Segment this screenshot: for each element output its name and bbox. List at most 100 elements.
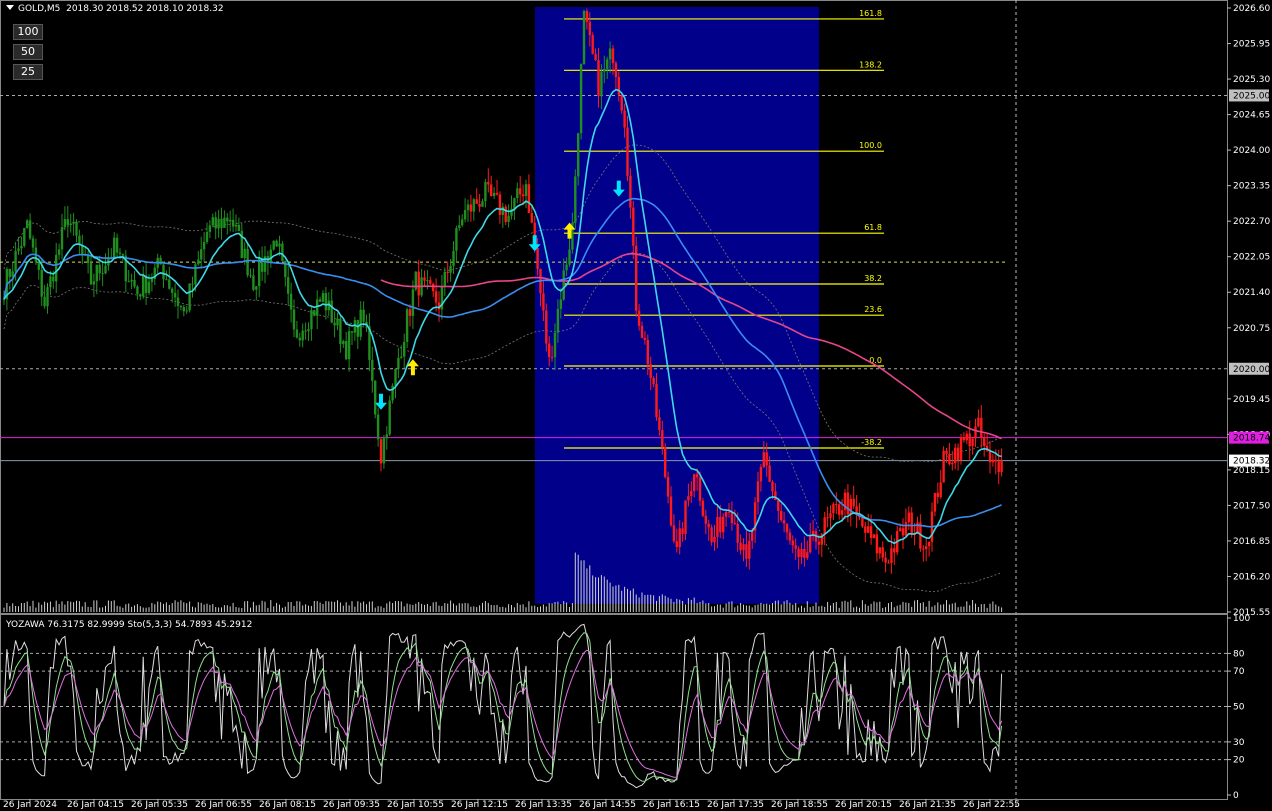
candle[interactable]	[759, 467, 763, 482]
dropdown-triangle-icon[interactable]	[6, 5, 14, 10]
candle[interactable]	[333, 322, 336, 326]
candle[interactable]	[252, 275, 255, 290]
candle[interactable]	[136, 286, 139, 295]
candle[interactable]	[614, 63, 618, 78]
candle[interactable]	[289, 293, 293, 310]
candle[interactable]	[191, 283, 194, 285]
candle[interactable]	[321, 293, 325, 302]
candle[interactable]	[742, 544, 745, 551]
candle[interactable]	[188, 283, 191, 311]
candle[interactable]	[922, 548, 925, 550]
candle[interactable]	[519, 188, 522, 195]
candle[interactable]	[968, 433, 971, 447]
candle[interactable]	[304, 330, 307, 332]
candle[interactable]	[600, 71, 603, 97]
candle[interactable]	[234, 224, 238, 227]
candle[interactable]	[910, 512, 913, 535]
candle[interactable]	[878, 547, 881, 554]
candle[interactable]	[258, 258, 261, 287]
candle[interactable]	[881, 547, 884, 558]
candle[interactable]	[147, 281, 151, 293]
candle[interactable]	[588, 21, 591, 36]
candle[interactable]	[765, 452, 768, 466]
candle[interactable]	[635, 245, 638, 311]
candle[interactable]	[498, 194, 502, 215]
candle[interactable]	[347, 331, 351, 360]
candle[interactable]	[197, 259, 200, 265]
candle[interactable]	[295, 329, 299, 338]
candle[interactable]	[434, 291, 438, 303]
candle[interactable]	[585, 10, 589, 22]
candle[interactable]	[63, 219, 67, 228]
candle[interactable]	[591, 35, 594, 54]
candle[interactable]	[724, 511, 728, 517]
candle[interactable]	[727, 511, 731, 513]
candle[interactable]	[55, 254, 58, 282]
candle[interactable]	[948, 454, 951, 465]
candle[interactable]	[678, 528, 681, 548]
candle[interactable]	[867, 526, 870, 533]
candle[interactable]	[884, 557, 887, 563]
candle[interactable]	[89, 263, 93, 285]
candle[interactable]	[997, 461, 1000, 473]
candle[interactable]	[756, 481, 760, 503]
candle[interactable]	[359, 309, 362, 337]
candle[interactable]	[458, 225, 461, 229]
candle[interactable]	[545, 310, 548, 344]
candle[interactable]	[710, 527, 713, 543]
candle[interactable]	[269, 249, 272, 263]
candle[interactable]	[669, 496, 673, 526]
candle[interactable]	[875, 534, 879, 554]
candle[interactable]	[469, 204, 473, 212]
candle[interactable]	[298, 337, 301, 341]
candle[interactable]	[629, 175, 632, 208]
candle[interactable]	[182, 307, 185, 312]
candle[interactable]	[1000, 460, 1003, 473]
candle[interactable]	[954, 447, 957, 463]
candle[interactable]	[637, 310, 641, 326]
candle[interactable]	[695, 474, 699, 478]
candle[interactable]	[658, 417, 661, 431]
candle[interactable]	[655, 383, 658, 418]
candle[interactable]	[318, 299, 322, 302]
candle[interactable]	[40, 269, 43, 297]
candle[interactable]	[472, 199, 475, 212]
candle[interactable]	[405, 309, 409, 342]
candle[interactable]	[478, 203, 481, 207]
candle[interactable]	[829, 513, 832, 518]
candle[interactable]	[516, 188, 519, 199]
candle[interactable]	[394, 368, 397, 386]
candle[interactable]	[887, 562, 890, 564]
candle[interactable]	[179, 305, 183, 308]
candle[interactable]	[785, 523, 789, 533]
candle[interactable]	[432, 283, 435, 292]
candle[interactable]	[536, 247, 539, 269]
candle[interactable]	[901, 528, 905, 536]
candle[interactable]	[550, 357, 554, 359]
candle[interactable]	[313, 310, 316, 316]
candle[interactable]	[681, 528, 684, 535]
candle[interactable]	[52, 276, 55, 282]
candle[interactable]	[168, 279, 171, 289]
candle[interactable]	[565, 264, 568, 271]
candle[interactable]	[243, 248, 246, 259]
candle[interactable]	[133, 279, 136, 287]
candle[interactable]	[504, 206, 507, 222]
candle[interactable]	[698, 477, 702, 501]
candle[interactable]	[127, 281, 130, 283]
candle[interactable]	[956, 447, 960, 460]
candle[interactable]	[356, 320, 359, 337]
candle[interactable]	[139, 294, 142, 297]
candle[interactable]	[745, 544, 748, 559]
candle[interactable]	[278, 243, 281, 247]
candle[interactable]	[693, 474, 696, 492]
candle[interactable]	[983, 437, 986, 446]
candle[interactable]	[92, 281, 96, 285]
candle[interactable]	[98, 264, 101, 274]
candle[interactable]	[376, 414, 380, 440]
candle[interactable]	[603, 68, 606, 72]
candle[interactable]	[942, 450, 945, 483]
candle[interactable]	[736, 523, 739, 543]
candle[interactable]	[66, 219, 69, 225]
candle[interactable]	[852, 498, 855, 507]
